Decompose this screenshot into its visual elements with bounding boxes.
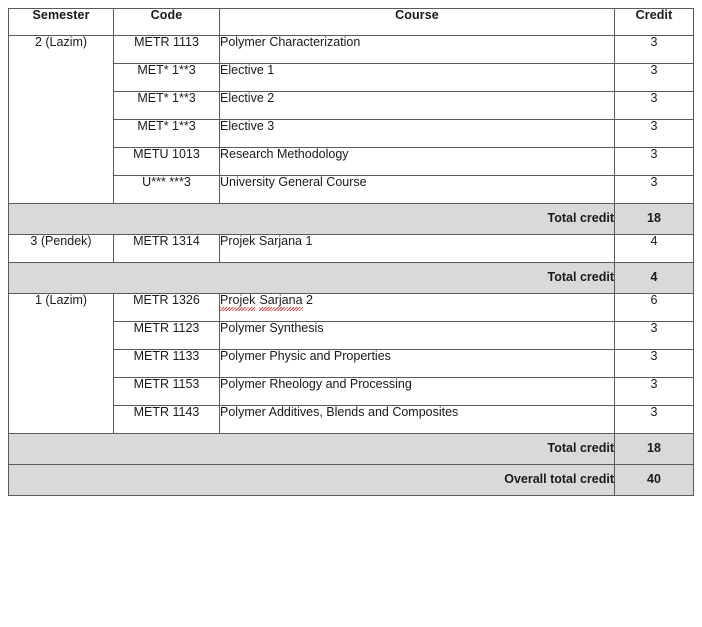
course-code-cell: U*** ***3 [113,175,220,204]
column-header-course: Course [219,8,615,36]
credit-cell: 3 [614,349,694,378]
table-row: 2 (Lazim) METR 1113 Polymer Characterizati… [8,35,694,204]
credit-cell: 3 [614,91,694,120]
table-row: 1 (Lazim) METR 1326 Projek Sarjana 26 [8,293,694,434]
document-page: Semester Code Course Credit 2 (Lazim) MET… [0,0,702,627]
column-header-credit: Credit [614,8,694,36]
overall-total-value: 40 [614,464,694,496]
credit-cell: 3 [614,405,694,434]
course-name-cell: Polymer Characterization [219,35,615,64]
total-credit-value: 18 [614,203,694,235]
table-body: 2 (Lazim) METR 1113 Polymer Characterizati… [8,35,694,496]
curriculum-table-container: Semester Code Course Credit 2 (Lazim) MET… [8,8,694,496]
total-credit-row: Total credit 4 [8,262,694,294]
course-name-cell: University General Course [219,175,615,204]
spellcheck-underlined-word: Sarjana [259,293,303,311]
total-credit-label: Total credit [8,262,615,294]
course-code-cell: METR 1113 [113,35,220,64]
total-credit-row: Total credit 18 [8,433,694,465]
spellcheck-underlined-word: Projek [220,293,256,311]
course-name-cell: Elective 2 [219,91,615,120]
course-name-cell: Elective 3 [219,119,615,148]
course-code-cell: MET* 1**3 [113,63,220,92]
course-code-cell: MET* 1**3 [113,91,220,120]
total-credit-label: Total credit [8,433,615,465]
semester-cell: 3 (Pendek) [8,234,114,263]
course-name-cell: Polymer Synthesis [219,321,615,350]
credit-cell: 3 [614,377,694,406]
course-name-cell: Polymer Physic and Properties [219,349,615,378]
credit-cell: 4 [614,234,694,263]
course-name-cell: Research Methodology [219,147,615,176]
credit-cell: 6 [614,293,694,322]
course-code-cell: METR 1326 [113,293,220,322]
course-code-cell: MET* 1**3 [113,119,220,148]
semester-cell: 1 (Lazim) [8,293,114,434]
credit-cell: 3 [614,147,694,176]
semester-cell: 2 (Lazim) [8,35,114,204]
column-header-code: Code [113,8,220,36]
credit-cell: 3 [614,119,694,148]
total-credit-row: Total credit 18 [8,203,694,235]
credit-cell: 3 [614,35,694,64]
column-header-semester: Semester [8,8,114,36]
course-code-cell: METU 1013 [113,147,220,176]
course-name-cell: Elective 1 [219,63,615,92]
course-code-cell: METR 1133 [113,349,220,378]
table-row: 3 (Pendek) METR 1314 Projek Sarjana 14 [8,234,694,263]
course-code-cell: METR 1143 [113,405,220,434]
course-code-cell: METR 1153 [113,377,220,406]
credit-cell: 3 [614,175,694,204]
course-name-cell: Polymer Rheology and Processing [219,377,615,406]
course-code-cell: METR 1123 [113,321,220,350]
header-row: Semester Code Course Credit [8,8,694,36]
curriculum-table: Semester Code Course Credit 2 (Lazim) MET… [8,8,694,496]
course-name-cell: Projek Sarjana 2 [219,293,615,322]
credit-cell: 3 [614,63,694,92]
overall-total-row: Overall total credit 40 [8,464,694,496]
course-name-cell: Polymer Additives, Blends and Composites [219,405,615,434]
total-credit-value: 4 [614,262,694,294]
credit-cell: 3 [614,321,694,350]
total-credit-label: Total credit [8,203,615,235]
table-header: Semester Code Course Credit [8,8,694,36]
course-name-cell: Projek Sarjana 1 [219,234,615,263]
total-credit-value: 18 [614,433,694,465]
course-name-text: 2 [302,293,313,307]
course-code-cell: METR 1314 [113,234,220,263]
overall-total-label: Overall total credit [8,464,615,496]
